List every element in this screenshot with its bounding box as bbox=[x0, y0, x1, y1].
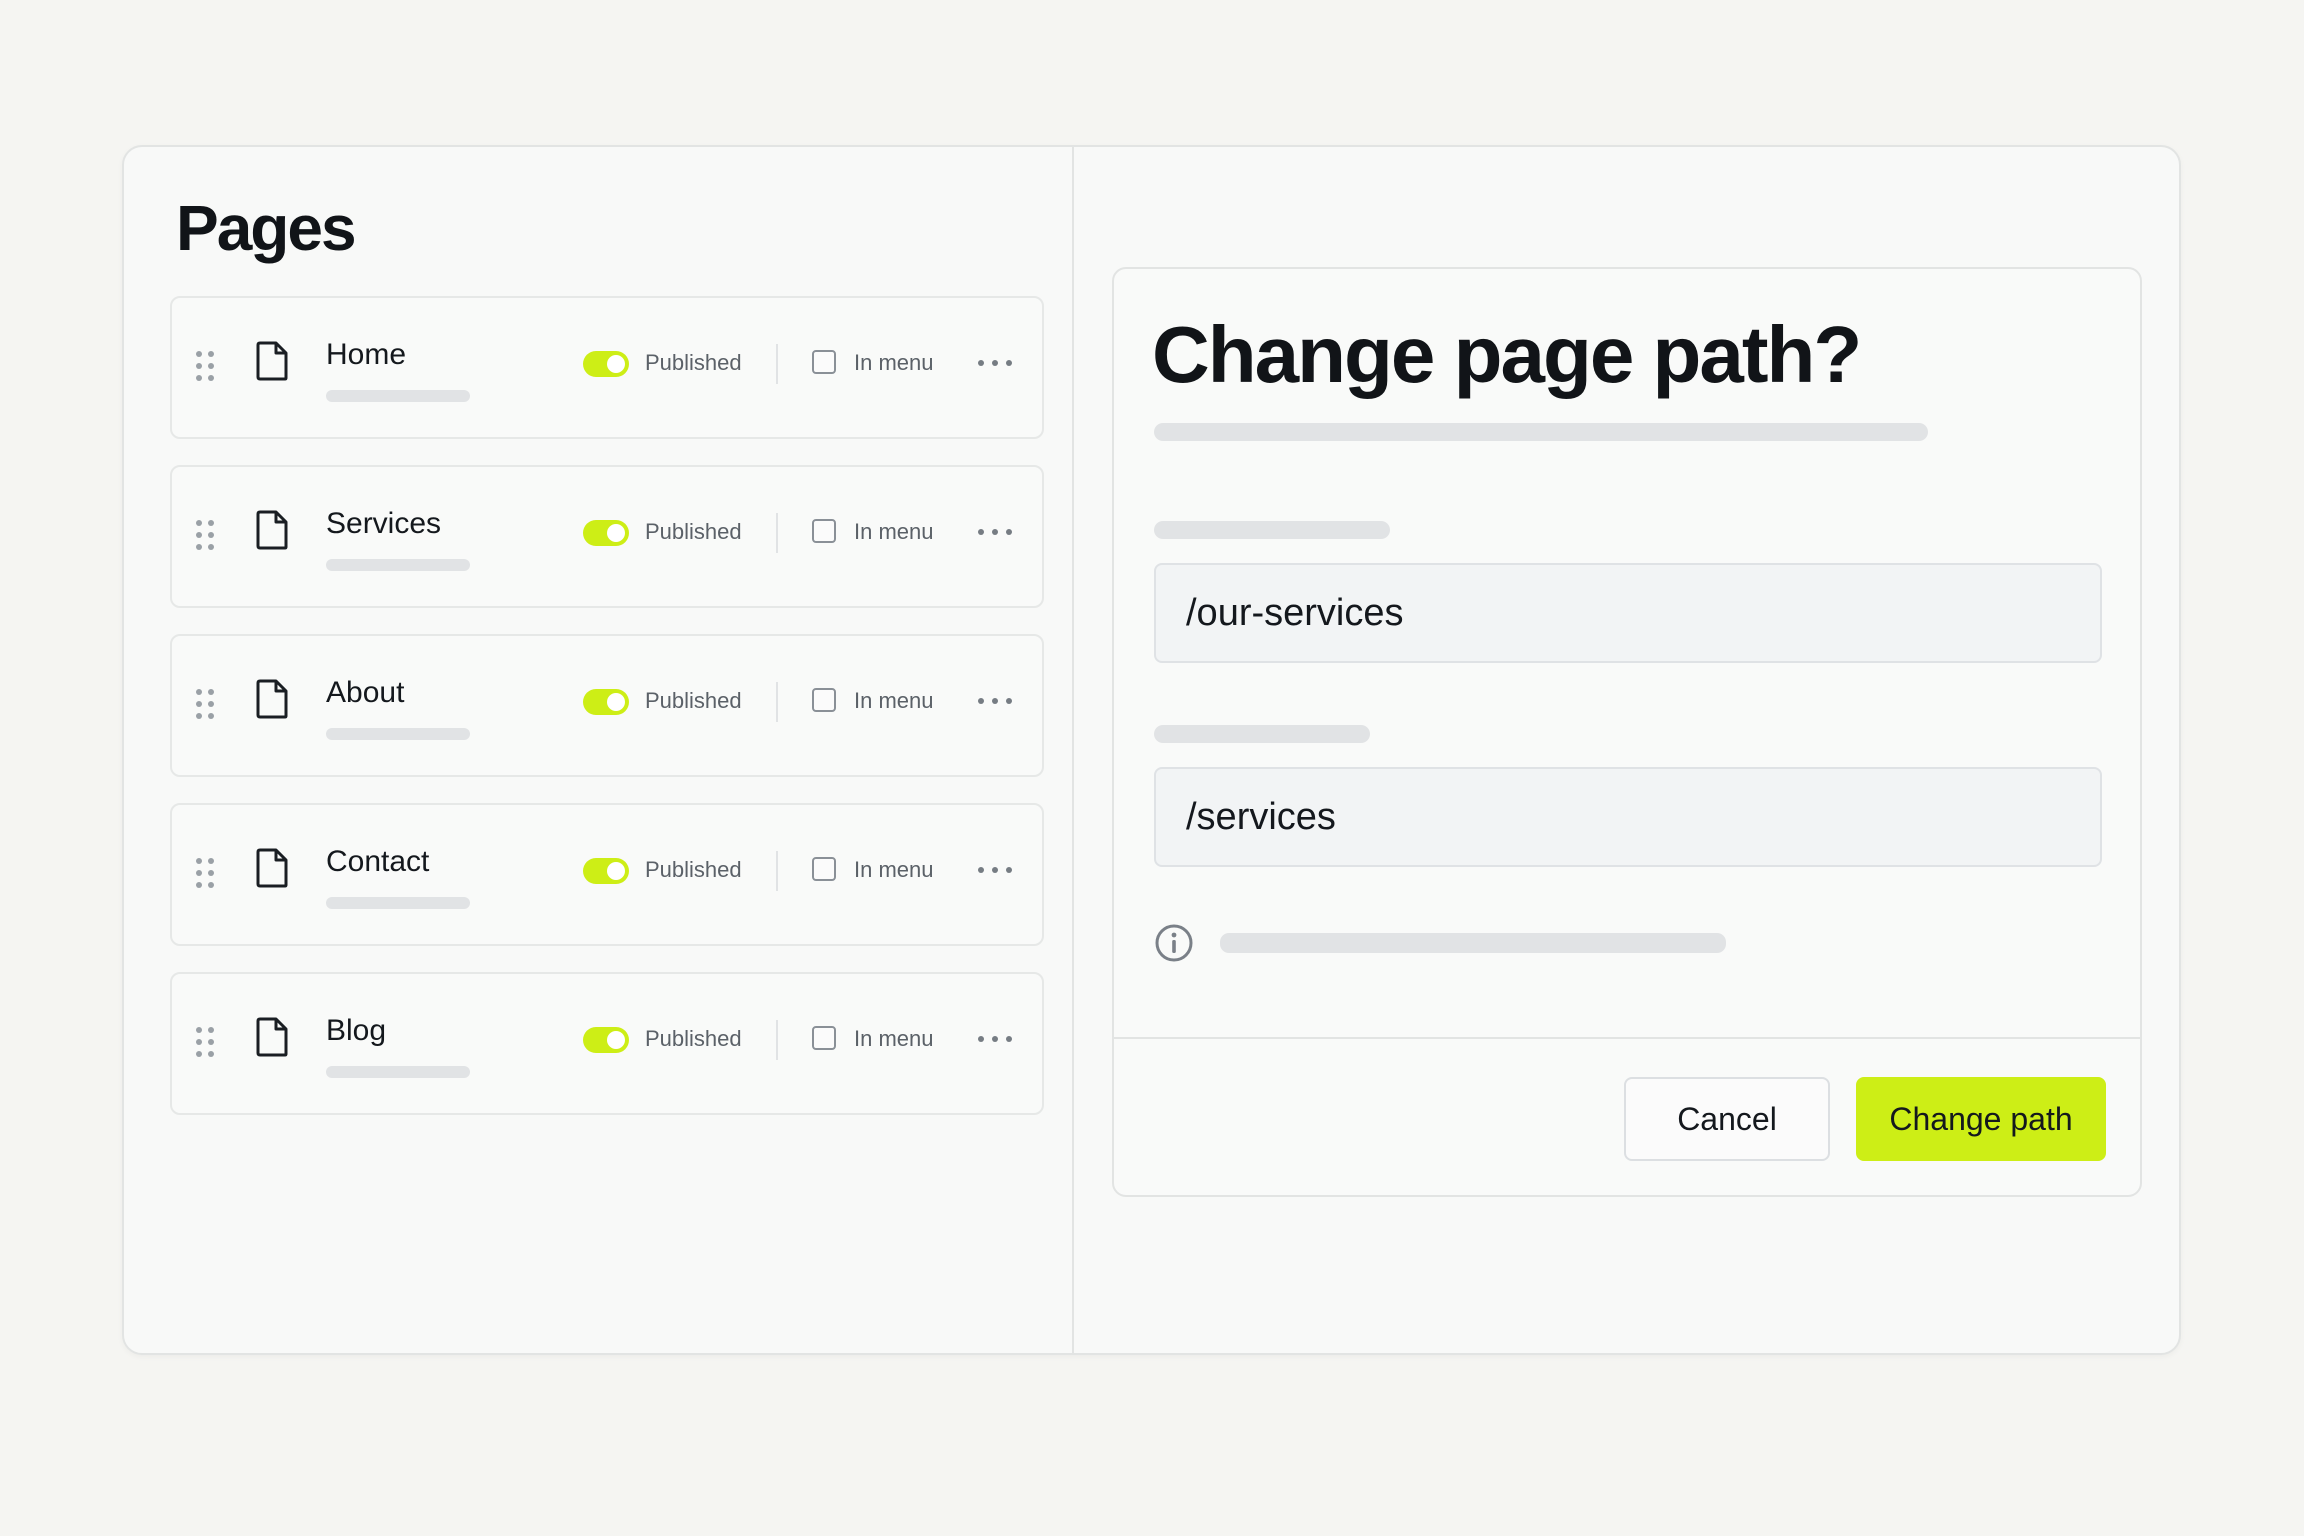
pages-title: Pages bbox=[176, 192, 357, 264]
published-toggle[interactable] bbox=[583, 351, 629, 377]
info-text-placeholder bbox=[1220, 933, 1726, 953]
drag-handle-icon[interactable] bbox=[196, 1027, 214, 1057]
status-label: Published bbox=[645, 350, 742, 375]
status-label: Published bbox=[645, 519, 742, 544]
published-toggle[interactable] bbox=[583, 689, 629, 715]
published-toggle[interactable] bbox=[583, 1027, 629, 1053]
page-path-placeholder bbox=[326, 897, 470, 909]
status-label: Published bbox=[645, 1026, 742, 1051]
published-toggle[interactable] bbox=[583, 858, 629, 884]
more-icon[interactable] bbox=[978, 861, 1012, 879]
in-menu-label: In menu bbox=[854, 350, 934, 375]
old-path-input[interactable] bbox=[1154, 563, 2102, 663]
more-icon[interactable] bbox=[978, 1030, 1012, 1048]
status-label: Published bbox=[645, 688, 742, 713]
page-row-blog[interactable]: Blog Published In menu bbox=[170, 972, 1044, 1115]
page-name: Services bbox=[326, 507, 442, 540]
dialog-footer-divider bbox=[1114, 1037, 2140, 1039]
status-label: Published bbox=[645, 857, 742, 882]
page-path-placeholder bbox=[326, 559, 470, 571]
page-path-placeholder bbox=[326, 390, 470, 402]
document-icon bbox=[256, 510, 288, 550]
pages-panel: Pages Home Published In menu Services Pu… bbox=[124, 147, 1074, 1353]
page-row-services[interactable]: Services Published In menu bbox=[170, 465, 1044, 608]
page-name: About bbox=[326, 676, 405, 709]
change-path-button[interactable]: Change path bbox=[1856, 1077, 2106, 1161]
page-path-placeholder bbox=[326, 1066, 470, 1078]
in-menu-label: In menu bbox=[854, 688, 934, 713]
more-icon[interactable] bbox=[978, 692, 1012, 710]
drag-handle-icon[interactable] bbox=[196, 689, 214, 719]
new-path-label-placeholder bbox=[1154, 725, 1370, 743]
document-icon bbox=[256, 679, 288, 719]
in-menu-label: In menu bbox=[854, 857, 934, 882]
page-row-about[interactable]: About Published In menu bbox=[170, 634, 1044, 777]
more-icon[interactable] bbox=[978, 354, 1012, 372]
page-path-placeholder bbox=[326, 728, 470, 740]
old-path-label-placeholder bbox=[1154, 521, 1390, 539]
page-name: Blog bbox=[326, 1014, 387, 1047]
drag-handle-icon[interactable] bbox=[196, 351, 214, 381]
in-menu-checkbox[interactable] bbox=[812, 1026, 836, 1050]
in-menu-checkbox[interactable] bbox=[812, 350, 836, 374]
published-toggle[interactable] bbox=[583, 520, 629, 546]
page-row-home[interactable]: Home Published In menu bbox=[170, 296, 1044, 439]
divider bbox=[776, 851, 778, 891]
drag-handle-icon[interactable] bbox=[196, 858, 214, 888]
document-icon bbox=[256, 341, 288, 381]
page-name: Home bbox=[326, 338, 407, 371]
change-path-dialog: Change page path? Cancel Change path bbox=[1112, 267, 2142, 1197]
divider bbox=[776, 682, 778, 722]
in-menu-checkbox[interactable] bbox=[812, 688, 836, 712]
page-row-contact[interactable]: Contact Published In menu bbox=[170, 803, 1044, 946]
divider bbox=[776, 1020, 778, 1060]
divider bbox=[776, 344, 778, 384]
new-path-input[interactable] bbox=[1154, 767, 2102, 867]
in-menu-checkbox[interactable] bbox=[812, 519, 836, 543]
page-list: Home Published In menu Services Publishe… bbox=[170, 296, 1044, 1141]
app-window: Pages Home Published In menu Services Pu… bbox=[122, 145, 2181, 1355]
divider bbox=[776, 513, 778, 553]
more-icon[interactable] bbox=[978, 523, 1012, 541]
info-icon bbox=[1155, 924, 1193, 962]
page-name: Contact bbox=[326, 845, 430, 878]
in-menu-label: In menu bbox=[854, 1026, 934, 1051]
cancel-button[interactable]: Cancel bbox=[1624, 1077, 1830, 1161]
dialog-title: Change page path? bbox=[1152, 310, 1862, 399]
in-menu-label: In menu bbox=[854, 519, 934, 544]
drag-handle-icon[interactable] bbox=[196, 520, 214, 550]
in-menu-checkbox[interactable] bbox=[812, 857, 836, 881]
document-icon bbox=[256, 848, 288, 888]
document-icon bbox=[256, 1017, 288, 1057]
description-placeholder bbox=[1154, 423, 1928, 441]
